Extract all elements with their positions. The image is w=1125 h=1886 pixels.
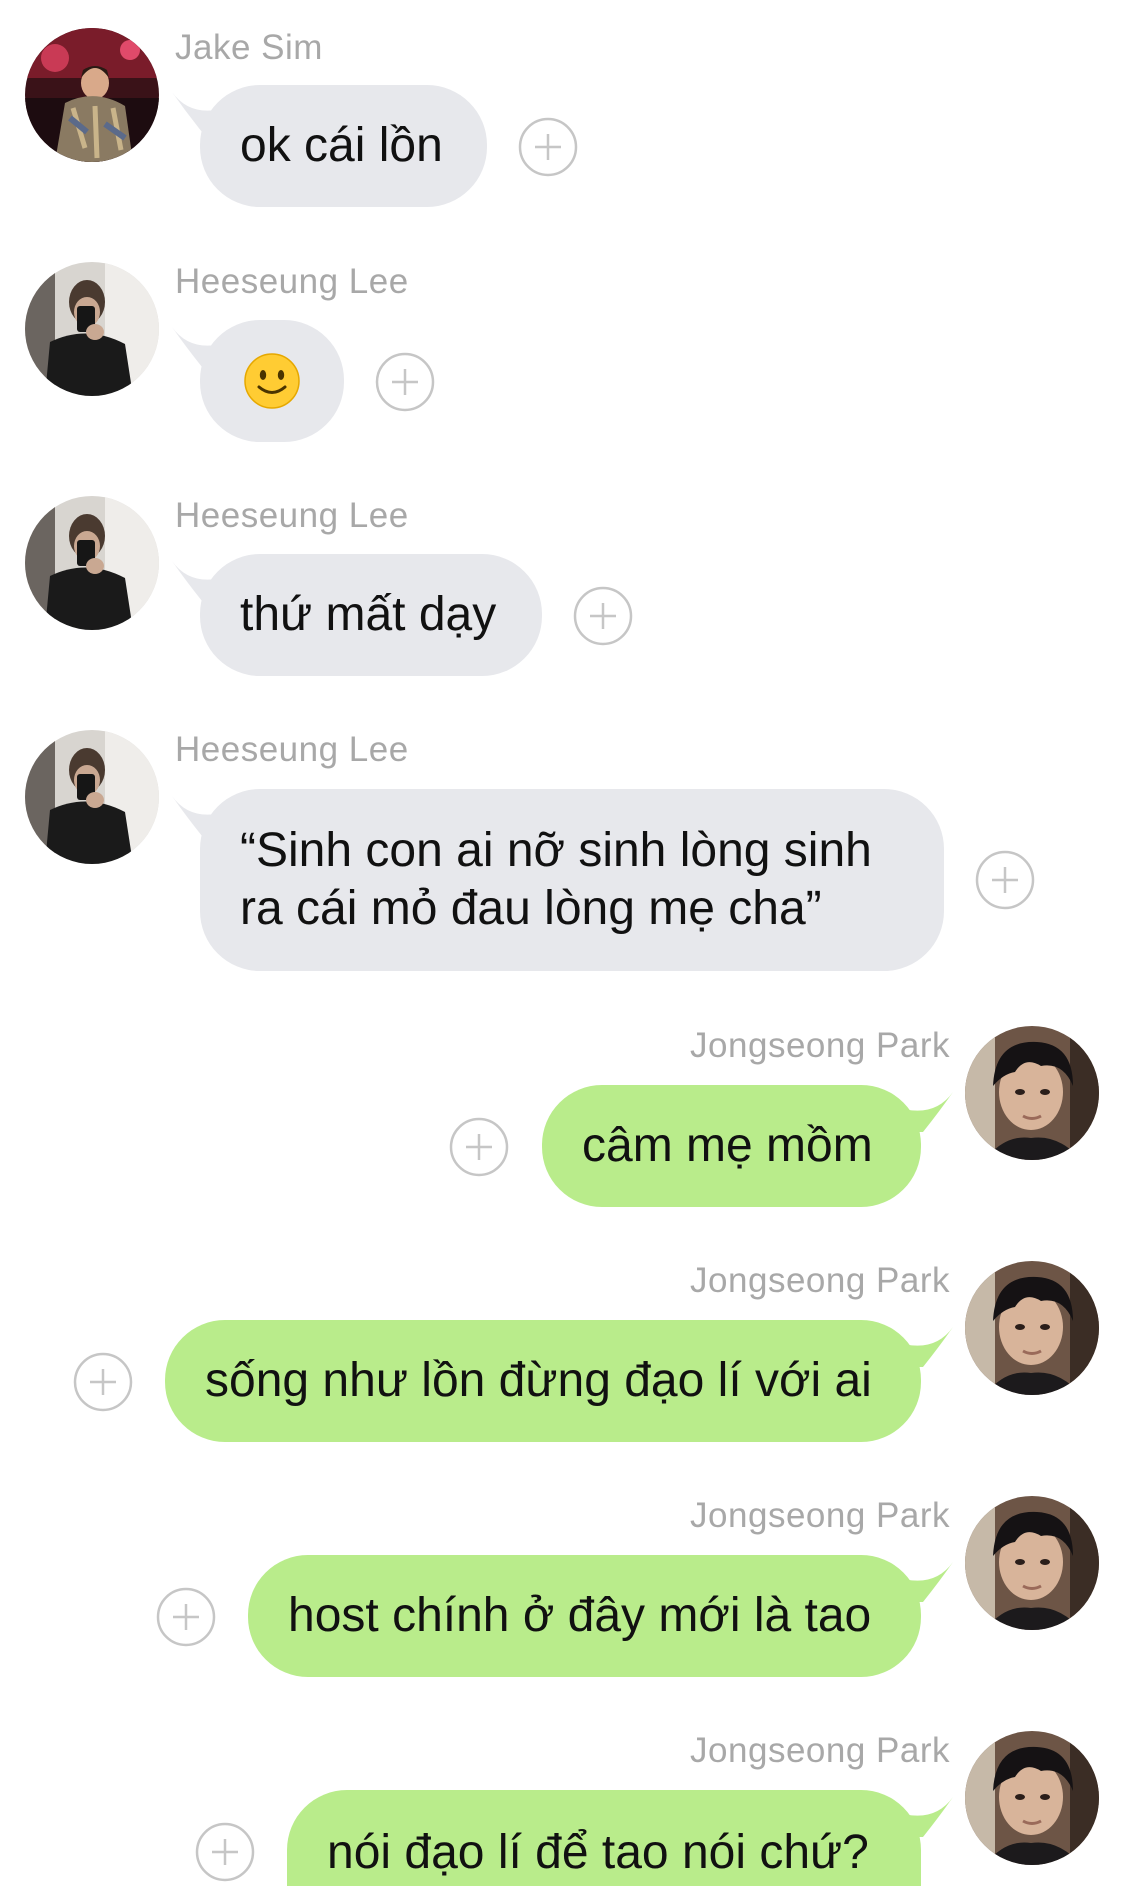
message-bubble[interactable]: ok cái lồn bbox=[200, 85, 487, 207]
sender-name: Jongseong Park bbox=[690, 1496, 950, 1535]
message-bubble[interactable] bbox=[200, 320, 344, 442]
message-text: ok cái lồn bbox=[240, 119, 443, 172]
message-text: sống như lồn đừng đạo lí với ai bbox=[205, 1354, 872, 1407]
avatar-heeseung-lee[interactable] bbox=[25, 730, 159, 864]
message-bubble[interactable]: câm mẹ mồm bbox=[542, 1085, 921, 1207]
sender-name: Jongseong Park bbox=[690, 1731, 950, 1770]
avatar-jake-sim[interactable] bbox=[25, 28, 159, 162]
avatar-jongseong-park[interactable] bbox=[965, 1261, 1099, 1395]
message-text: host chính ở đây mới là tao bbox=[288, 1589, 872, 1642]
add-reaction-icon[interactable] bbox=[448, 1116, 510, 1178]
add-reaction-icon[interactable] bbox=[517, 116, 579, 178]
message-bubble[interactable]: thứ mất dạy bbox=[200, 554, 542, 676]
add-reaction-icon[interactable] bbox=[374, 351, 436, 413]
sender-name: Jongseong Park bbox=[690, 1026, 950, 1065]
add-reaction-icon[interactable] bbox=[155, 1586, 217, 1648]
add-reaction-icon[interactable] bbox=[194, 1821, 256, 1883]
sender-name: Heeseung Lee bbox=[175, 730, 409, 769]
message-text: câm mẹ mồm bbox=[582, 1119, 873, 1172]
message-text: nói đạo lí để tao nói chứ? bbox=[327, 1826, 869, 1879]
add-reaction-icon[interactable] bbox=[72, 1351, 134, 1413]
message-bubble[interactable]: host chính ở đây mới là tao bbox=[248, 1555, 921, 1677]
sender-name: Jongseong Park bbox=[690, 1261, 950, 1300]
add-reaction-icon[interactable] bbox=[974, 849, 1036, 911]
avatar-jongseong-park[interactable] bbox=[965, 1026, 1099, 1160]
message-text: thứ mất dạy bbox=[240, 588, 497, 641]
message-bubble[interactable]: nói đạo lí để tao nói chứ? bbox=[287, 1790, 921, 1886]
sender-name: Jake Sim bbox=[175, 28, 323, 67]
avatar-heeseung-lee[interactable] bbox=[25, 496, 159, 630]
sender-name: Heeseung Lee bbox=[175, 496, 409, 535]
message-bubble[interactable]: sống như lồn đừng đạo lí với ai bbox=[165, 1320, 921, 1442]
message-bubble[interactable]: “Sinh con ai nỡ sinh lòng sinh ra cái mỏ… bbox=[200, 789, 944, 971]
avatar-jongseong-park[interactable] bbox=[965, 1731, 1099, 1865]
slightly-smiling-face-icon bbox=[244, 353, 300, 409]
avatar-heeseung-lee[interactable] bbox=[25, 262, 159, 396]
message-text: “Sinh con ai nỡ sinh lòng sinh ra cái mỏ… bbox=[240, 824, 872, 935]
add-reaction-icon[interactable] bbox=[572, 585, 634, 647]
sender-name: Heeseung Lee bbox=[175, 262, 409, 301]
avatar-jongseong-park[interactable] bbox=[965, 1496, 1099, 1630]
